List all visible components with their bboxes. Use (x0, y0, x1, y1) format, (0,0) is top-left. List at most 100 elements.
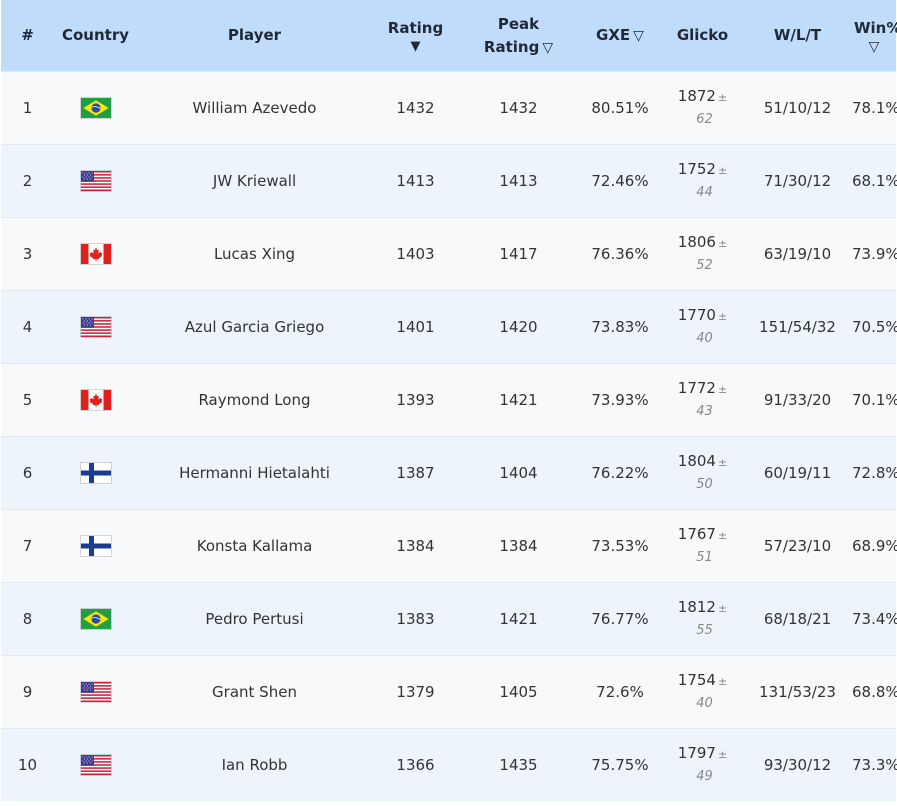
wlt-cell: 71/30/12 (743, 144, 852, 218)
leaderboard-table: # Country Player Rating ▼ Peak Rating ▽ G… (1, 0, 897, 801)
rating-cell: 1366 (372, 728, 459, 801)
glicko-cell: 1797 ±49 (662, 728, 743, 801)
sort-icon[interactable]: ▽ (633, 28, 644, 44)
table-row: 2 JW Kriewall 1413 1413 72.46% 1752 ±44 7… (1, 144, 897, 218)
table-row: 3 Lucas Xing 1403 1417 76.36% 1806 ±52 63… (1, 217, 897, 291)
rating-cell: 1413 (372, 144, 459, 218)
glicko-value: 1767 (677, 525, 716, 543)
glicko-deviation: 43 (696, 404, 713, 419)
win-percent-cell: 73.3% (852, 728, 897, 801)
country-cell (54, 217, 137, 291)
player-name[interactable]: Konsta Kallama (137, 509, 372, 583)
peak-rating-cell: 1404 (459, 436, 578, 510)
us-flag-icon (79, 681, 112, 703)
player-name[interactable]: Ian Robb (137, 728, 372, 801)
sort-icon[interactable]: ▽ (542, 40, 553, 56)
glicko-cell: 1767 ±51 (662, 509, 743, 583)
wlt-header-label: W/L/T (773, 26, 822, 44)
player-name[interactable]: Raymond Long (137, 363, 372, 437)
win-header-label: Win% (854, 19, 897, 37)
player-name[interactable]: Grant Shen (137, 655, 372, 729)
win-percent-cell: 68.1% (852, 144, 897, 218)
country-cell (54, 582, 137, 656)
country-cell (54, 363, 137, 437)
peak-rating-cell: 1405 (459, 655, 578, 729)
rank-cell: 5 (1, 363, 54, 437)
table-row: 5 Raymond Long 1393 1421 73.93% 1772 ±43 … (1, 363, 897, 437)
us-flag-icon (79, 316, 112, 338)
plus-minus-sign: ± (717, 675, 728, 688)
sort-desc-icon[interactable]: ▼ (374, 40, 457, 54)
glicko-value: 1804 (677, 452, 716, 470)
gxe-cell: 73.83% (578, 290, 662, 364)
table-header: # Country Player Rating ▼ Peak Rating ▽ G… (1, 0, 897, 72)
peak-rating-cell: 1432 (459, 71, 578, 145)
peak-header-label-line2: Rating (483, 37, 540, 56)
rank-cell: 2 (1, 144, 54, 218)
win-percent-cell: 68.8% (852, 655, 897, 729)
gxe-cell: 80.51% (578, 71, 662, 145)
rating-cell: 1393 (372, 363, 459, 437)
glicko-deviation: 62 (696, 112, 713, 127)
br-flag-icon (79, 97, 112, 119)
glicko-header: Glicko (662, 0, 743, 72)
header-row: # Country Player Rating ▼ Peak Rating ▽ G… (1, 0, 897, 72)
win-percent-cell: 70.1% (852, 363, 897, 437)
glicko-deviation: 40 (696, 331, 713, 346)
player-name[interactable]: JW Kriewall (137, 144, 372, 218)
player-name[interactable]: Lucas Xing (137, 217, 372, 291)
wlt-cell: 60/19/11 (743, 436, 852, 510)
country-cell (54, 728, 137, 801)
peak-rating-header[interactable]: Peak Rating ▽ (459, 0, 578, 72)
wlt-cell: 57/23/10 (743, 509, 852, 583)
plus-minus-sign: ± (717, 164, 728, 177)
glicko-value: 1752 (677, 160, 716, 178)
country-cell (54, 290, 137, 364)
rank-cell: 8 (1, 582, 54, 656)
rank-cell: 9 (1, 655, 54, 729)
gxe-header[interactable]: GXE ▽ (578, 0, 662, 72)
glicko-deviation: 44 (696, 185, 713, 200)
player-name[interactable]: Hermanni Hietalahti (137, 436, 372, 510)
glicko-value: 1770 (677, 306, 716, 324)
player-name[interactable]: Pedro Pertusi (137, 582, 372, 656)
rank-cell: 4 (1, 290, 54, 364)
glicko-cell: 1770 ±40 (662, 290, 743, 364)
glicko-cell: 1804 ±50 (662, 436, 743, 510)
country-header: Country (54, 0, 137, 72)
glicko-deviation: 49 (696, 769, 713, 784)
fi-flag-icon (79, 462, 112, 484)
player-name[interactable]: Azul Garcia Griego (137, 290, 372, 364)
gxe-cell: 72.6% (578, 655, 662, 729)
wlt-cell: 51/10/12 (743, 71, 852, 145)
ca-flag-icon (79, 243, 112, 265)
peak-header-label-line1: Peak (497, 14, 540, 33)
peak-rating-cell: 1421 (459, 363, 578, 437)
glicko-value: 1754 (677, 671, 716, 689)
glicko-value: 1806 (677, 233, 716, 251)
rating-header[interactable]: Rating ▼ (372, 0, 459, 72)
glicko-value: 1772 (677, 379, 716, 397)
rating-header-label: Rating (387, 19, 444, 37)
player-name[interactable]: William Azevedo (137, 71, 372, 145)
peak-rating-cell: 1435 (459, 728, 578, 801)
win-percent-cell: 72.8% (852, 436, 897, 510)
glicko-cell: 1806 ±52 (662, 217, 743, 291)
rating-cell: 1384 (372, 509, 459, 583)
rank-cell: 6 (1, 436, 54, 510)
win-percent-header[interactable]: Win% ▽ (852, 0, 897, 72)
peak-rating-cell: 1420 (459, 290, 578, 364)
peak-rating-cell: 1413 (459, 144, 578, 218)
glicko-deviation: 52 (696, 258, 713, 273)
country-cell (54, 436, 137, 510)
win-percent-cell: 73.4% (852, 582, 897, 656)
plus-minus-sign: ± (717, 529, 728, 542)
glicko-cell: 1754 ±40 (662, 655, 743, 729)
gxe-header-label: GXE (596, 26, 631, 44)
glicko-value: 1797 (677, 744, 716, 762)
win-percent-cell: 73.9% (852, 217, 897, 291)
sort-icon[interactable]: ▽ (854, 40, 894, 54)
glicko-deviation: 55 (696, 623, 713, 638)
rating-cell: 1387 (372, 436, 459, 510)
rating-cell: 1403 (372, 217, 459, 291)
